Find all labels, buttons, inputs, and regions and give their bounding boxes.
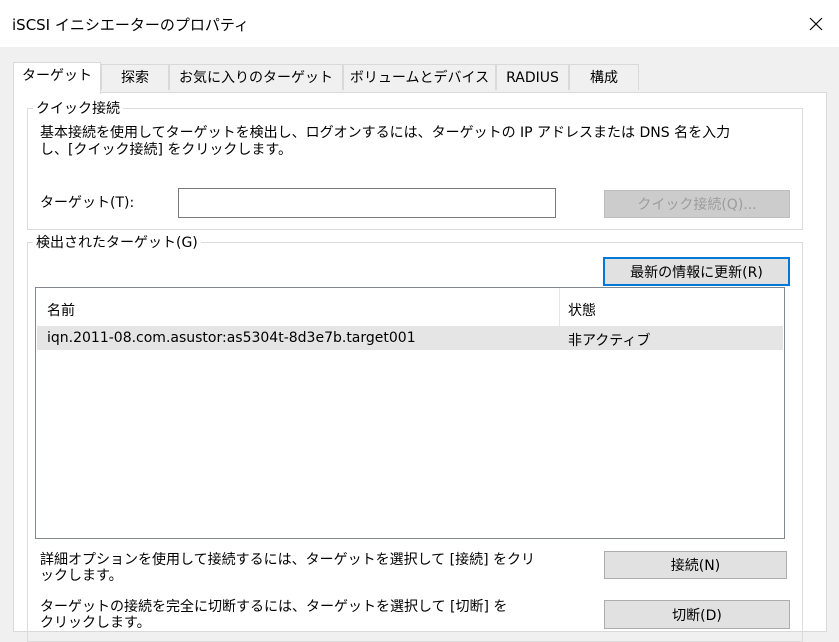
disconnect-description-1: ターゲットの接続を完全に切断するには、ターゲットを選択して [切断] を	[40, 599, 508, 615]
close-icon	[809, 17, 823, 30]
column-separator[interactable]	[559, 288, 560, 326]
target-input[interactable]	[178, 188, 556, 218]
quick-connect-description-1: 基本接続を使用してターゲットを検出し、ログオンするには、ターゲットの IP アド…	[40, 125, 731, 141]
target-name-cell: iqn.2011-08.com.asustor:as5304t-8d3e7b.t…	[47, 330, 416, 346]
close-button[interactable]	[793, 0, 839, 47]
tab-configuration[interactable]: 構成	[569, 64, 639, 90]
window-title: iSCSI イニシエーターのプロパティ	[12, 16, 249, 34]
connect-description-1: 詳細オプションを使用して接続するには、ターゲットを選択して [接続] をクリ	[40, 552, 535, 568]
tab-discovery[interactable]: 探索	[101, 64, 169, 90]
disconnect-description-2: クリックします。	[40, 615, 151, 631]
refresh-button[interactable]: 最新の情報に更新(R)	[603, 257, 790, 286]
tab-radius[interactable]: RADIUS	[496, 64, 569, 90]
tab-favorite-targets[interactable]: お気に入りのターゲット	[169, 64, 343, 90]
quick-connect-label: クイック接続	[33, 98, 123, 118]
tab-volumes-devices[interactable]: ボリュームとデバイス	[343, 64, 496, 90]
quick-connect-description-2: し、[クイック接続] をクリックします。	[40, 142, 292, 158]
targets-list[interactable]: 名前 状態 iqn.2011-08.com.asustor:as5304t-8d…	[35, 287, 785, 539]
list-header: 名前 状態	[36, 288, 784, 326]
tab-target[interactable]: ターゲット	[13, 62, 101, 94]
column-status[interactable]: 状態	[568, 300, 596, 320]
disconnect-button[interactable]: 切断(D)	[604, 600, 790, 629]
column-name[interactable]: 名前	[47, 300, 75, 320]
title-bar: iSCSI イニシエーターのプロパティ	[0, 0, 839, 47]
quick-connect-button[interactable]: クイック接続(Q)...	[604, 190, 790, 218]
connect-description-2: ックします。	[40, 568, 123, 584]
table-row[interactable]: iqn.2011-08.com.asustor:as5304t-8d3e7b.t…	[37, 326, 783, 350]
discovered-targets-label: 検出されたターゲット(G)	[33, 232, 201, 252]
connect-button[interactable]: 接続(N)	[604, 551, 787, 579]
target-status-cell: 非アクティブ	[568, 333, 651, 349]
target-label: ターゲット(T):	[40, 195, 135, 211]
